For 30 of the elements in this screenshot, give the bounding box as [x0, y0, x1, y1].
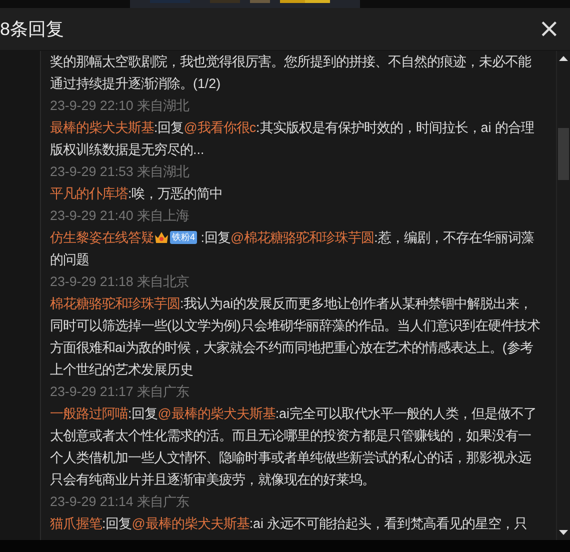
- scroll-down-icon[interactable]: [559, 530, 568, 536]
- close-button[interactable]: ×: [534, 14, 564, 44]
- comment-text: 仿生黎姿在线答疑 铁粉4 :回复@棉花糖骆驼和珍珠芋圆:惹，编剧，不存在华丽词藻的问题: [50, 229, 535, 269]
- comment-text: 一般路过阿喵:回复@最棒的柴犬夫斯基:ai完全可以取代水平一般的人类，但是做不了太创意或者太个性化需求的活。而且无论哪里的投资方都是只管赚钱的，如果没有一个人类借机加一些人文情怀、隐喻时事或者单纯做些新尝试的私心的话，那影视永远只会有纯商业片并且逐渐审美疲劳，就像现在的好莱坞。: [50, 405, 538, 489]
- comment-text: 棉花糖骆驼和珍珠芋圆:我认为ai的发展反而更多地让创作者从某种禁锢中解脱出来，同时可以筛选掉一些(以文学为例)只会堆砌华丽辞藻的作品。当人们意识到在硬件技术方面很难和ai为敌的时候，大家就会不约而同地把重心放在艺术的情感表达上。(参考上个世纪的艺术发展历史: [50, 295, 540, 379]
- comment-text: 最棒的柴犬夫斯基:回复@我看你很c:其实版权是有保护时效的，时间拉长，ai 的合理版权训练数据是无穷尽的...: [50, 119, 535, 159]
- user-link[interactable]: 最棒的柴犬夫斯基: [50, 120, 154, 135]
- comment-time: 23-9-29 21:18 来自北京: [50, 273, 190, 291]
- user-link[interactable]: @最棒的柴犬夫斯基: [132, 516, 250, 531]
- comment-text: 奖的那幅太空歌剧院，我也觉得很厉害。您所提到的拼接、不自然的痕迹，未必不能通过持续提升逐渐消除。(1/2): [50, 53, 532, 93]
- scroll-up-icon[interactable]: [559, 55, 568, 61]
- user-link[interactable]: 仿生黎姿在线答疑: [50, 230, 154, 245]
- fan-level-badge: 铁粉4: [170, 231, 198, 244]
- comment-text: 平凡的仆库塔:唉，万恶的简中: [50, 185, 224, 203]
- crown-icon: [154, 231, 169, 244]
- panel-title: 8条回复: [0, 18, 64, 41]
- user-link[interactable]: 棉花糖骆驼和珍珠芋圆: [50, 296, 180, 311]
- comment-time: 23-9-29 21:40 来自上海: [50, 207, 190, 225]
- comment-time: 23-9-29 21:53 来自湖北: [50, 163, 190, 181]
- comment-time: 23-9-29 21:14 来自广东: [50, 493, 190, 511]
- comment-time: 23-9-29 21:17 来自广东: [50, 383, 190, 401]
- comment-text: 猫爪握笔:回复@最棒的柴犬夫斯基:ai 永远不可能抬起头，看到梵高看见的星空，只: [50, 515, 528, 533]
- user-link[interactable]: @棉花糖骆驼和珍珠芋圆: [230, 230, 374, 245]
- user-link[interactable]: 一般路过阿喵: [50, 406, 128, 421]
- user-link[interactable]: 平凡的仆库塔: [50, 186, 128, 201]
- user-link[interactable]: @最棒的柴犬夫斯基: [158, 406, 276, 421]
- scrollbar-thumb[interactable]: [558, 128, 569, 180]
- user-link[interactable]: @我看你很c: [184, 120, 256, 135]
- user-link[interactable]: 猫爪握笔: [50, 516, 102, 531]
- comment-time: 23-9-29 22:10 来自湖北: [50, 97, 190, 115]
